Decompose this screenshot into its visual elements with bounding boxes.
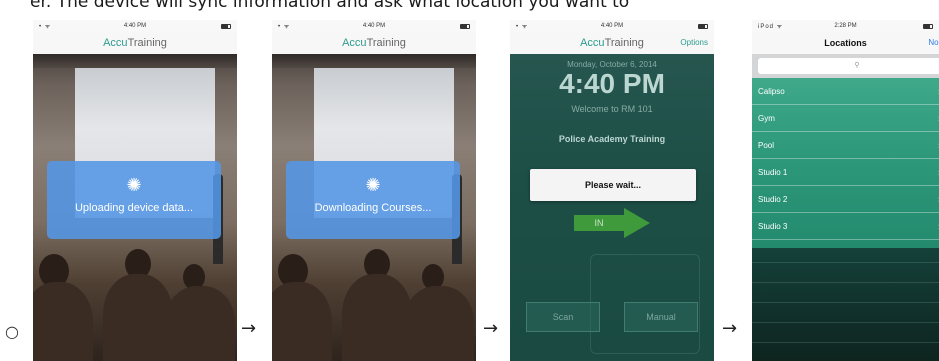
signal-indicator: • ᯤ xyxy=(278,24,291,30)
audience-shoulder xyxy=(342,274,412,361)
divider xyxy=(752,262,939,263)
spinner-icon: ✺ xyxy=(126,175,142,195)
check-in-label: IN xyxy=(594,218,604,228)
signal-indicator: iPod ᯤ xyxy=(758,24,784,30)
locations-nav-bar: Locations Non xyxy=(752,32,939,54)
battery-icon xyxy=(923,23,933,29)
current-time: 4:40 PM xyxy=(559,68,665,99)
audience-shoulder xyxy=(165,286,235,361)
status-bar: • ᯤ 4:40 PM xyxy=(33,20,237,32)
status-time: 4:40 PM xyxy=(362,23,386,29)
instruction-caption: er. The device will sync information and… xyxy=(30,0,630,12)
status-bar: • ᯤ 4:40 PM xyxy=(510,20,714,32)
search-input[interactable]: ⚲ xyxy=(758,58,939,74)
progress-overlay: ✺ Downloading Courses... xyxy=(286,161,460,239)
status-time: 4:40 PM xyxy=(123,23,147,29)
app-title-rest: Training xyxy=(604,37,644,49)
screen-checkin: • ᯤ 4:40 PM AccuTraining Options Monday,… xyxy=(510,20,714,361)
location-label: Gym xyxy=(758,114,775,123)
screen-uploading: • ᯤ 4:40 PM AccuTraining ✺ Uploading dev… xyxy=(33,20,237,361)
spinner-icon: ✺ xyxy=(365,175,381,195)
search-icon: ⚲ xyxy=(854,62,860,69)
audience-shoulder xyxy=(404,286,474,361)
search-bar: ⚲ xyxy=(752,54,939,78)
scan-button[interactable]: Scan xyxy=(526,302,600,332)
flow-arrow: → xyxy=(483,318,499,339)
course-name: Police Academy Training xyxy=(558,134,666,144)
options-button[interactable]: Options xyxy=(680,32,708,54)
manual-button[interactable]: Manual xyxy=(624,302,698,332)
please-wait-dialog: Please wait... xyxy=(530,169,696,201)
progress-overlay: ✺ Uploading device data... xyxy=(47,161,221,239)
flow-arrow: → xyxy=(722,318,738,339)
flow-arrow: → xyxy=(241,318,257,339)
app-title-accent: Accu xyxy=(103,37,128,49)
location-item[interactable]: Studio 3› xyxy=(752,213,939,240)
battery-icon xyxy=(698,23,708,29)
location-label: Calipso xyxy=(758,87,785,96)
audience-shoulder xyxy=(33,282,93,361)
check-in-button[interactable]: IN xyxy=(574,208,652,238)
app-title-bar: AccuTraining Options xyxy=(510,32,714,54)
bullet-marker: ○ xyxy=(5,322,19,341)
status-bar: iPod ᯤ 2:28 PM xyxy=(752,20,939,32)
location-item[interactable]: Studio 1› xyxy=(752,159,939,186)
divider xyxy=(752,302,939,303)
location-item[interactable]: Calipso› xyxy=(752,78,939,105)
location-label: Studio 1 xyxy=(758,168,788,177)
location-item[interactable]: Gym› xyxy=(752,105,939,132)
locations-title: Locations xyxy=(824,38,867,48)
audience-shoulder xyxy=(103,274,173,361)
welcome-room: Welcome to RM 101 xyxy=(571,104,653,114)
locations-list-panel: ⚲ Calipso›Gym›Pool›Studio 1›Studio 2›Stu… xyxy=(752,54,939,361)
status-bar: • ᯤ 4:40 PM xyxy=(272,20,476,32)
app-title-bar: AccuTraining xyxy=(33,32,237,54)
battery-icon xyxy=(221,23,231,29)
location-label: Studio 3 xyxy=(758,222,788,231)
locations-list: Calipso›Gym›Pool›Studio 1›Studio 2›Studi… xyxy=(752,78,939,248)
list-empty-area xyxy=(752,248,939,361)
location-item[interactable]: Pool› xyxy=(752,132,939,159)
screen-downloading: • ᯤ 4:40 PM AccuTraining ✺ Downloading C… xyxy=(272,20,476,361)
location-label: Studio 2 xyxy=(758,195,788,204)
none-button[interactable]: Non xyxy=(928,32,939,54)
overlay-message: Downloading Courses... xyxy=(314,202,432,214)
audience-shoulder xyxy=(272,282,332,361)
checkin-panel: Monday, October 6, 2014 4:40 PM Welcome … xyxy=(510,54,714,361)
divider xyxy=(752,282,939,283)
divider xyxy=(752,342,939,343)
app-title-rest: Training xyxy=(366,37,406,49)
status-time: 4:40 PM xyxy=(600,23,624,29)
screen-locations: iPod ᯤ 2:28 PM Locations Non ⚲ Calipso›G… xyxy=(752,20,939,361)
divider xyxy=(752,322,939,323)
arrow-right-icon xyxy=(624,208,650,238)
location-item[interactable]: Studio 2› xyxy=(752,186,939,213)
signal-indicator: • ᯤ xyxy=(39,24,52,30)
battery-icon xyxy=(460,23,470,29)
signal-indicator: • ᯤ xyxy=(516,24,529,30)
app-title-bar: AccuTraining xyxy=(272,32,476,54)
app-title-accent: Accu xyxy=(580,37,605,49)
app-title-accent: Accu xyxy=(342,37,367,49)
photo-ceiling xyxy=(33,54,237,68)
app-title-rest: Training xyxy=(127,37,167,49)
overlay-message: Uploading device data... xyxy=(74,202,194,214)
location-label: Pool xyxy=(758,141,775,150)
photo-ceiling xyxy=(272,54,476,68)
